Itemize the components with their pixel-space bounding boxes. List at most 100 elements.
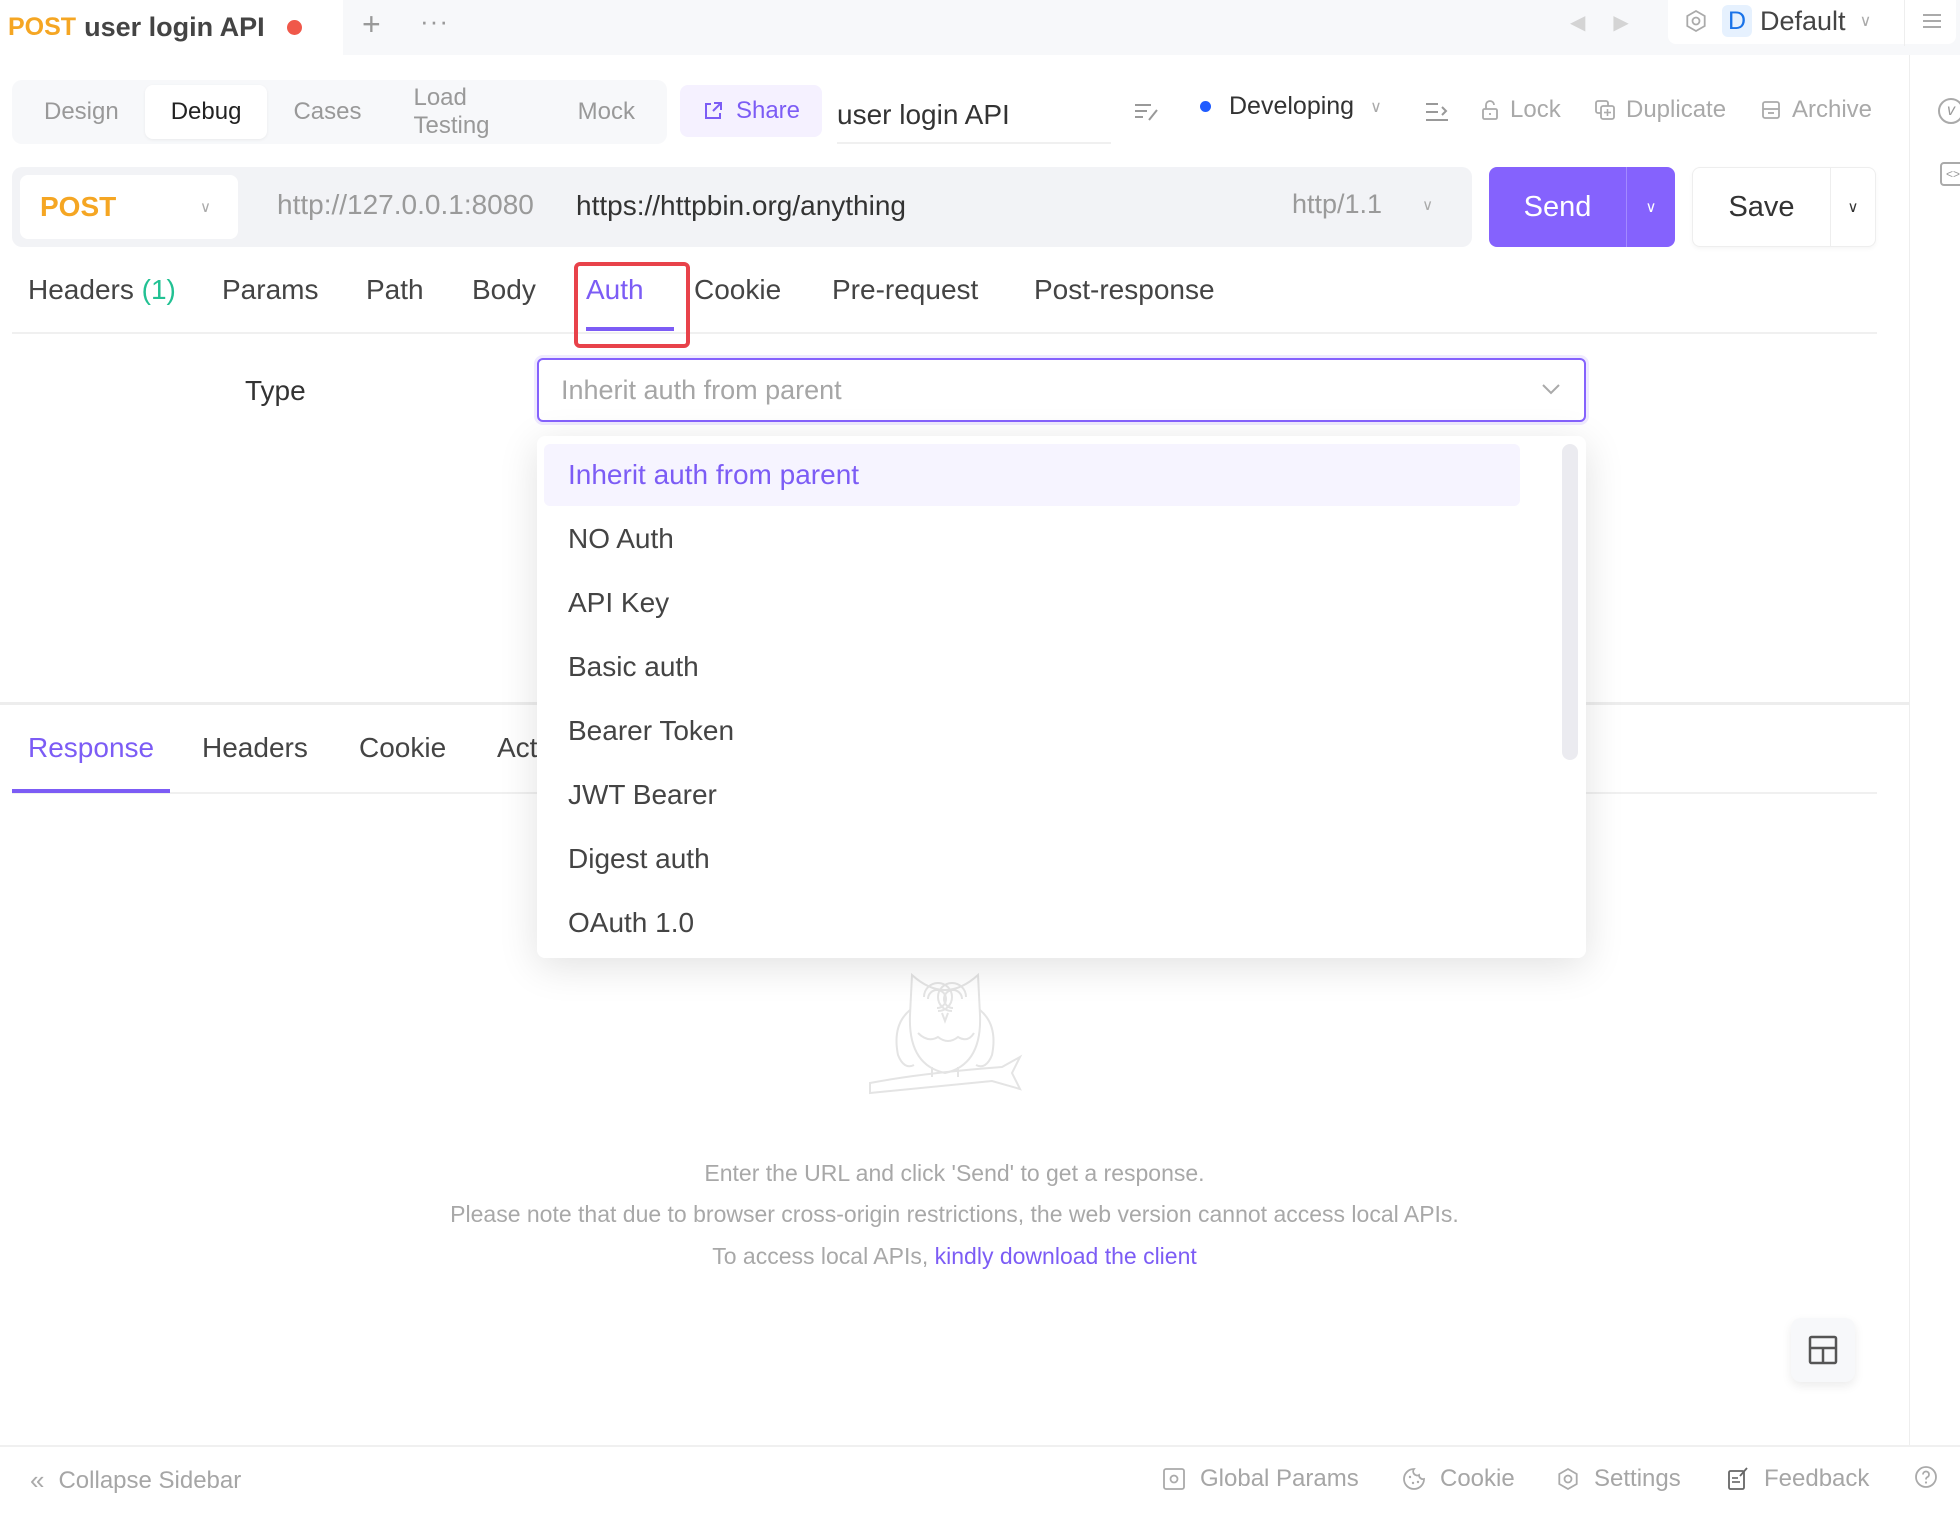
chevron-down-icon: ∨ <box>1645 199 1657 216</box>
auth-option-basic-auth[interactable]: Basic auth <box>544 636 1520 698</box>
mode-tab-debug[interactable]: Debug <box>144 85 268 139</box>
share-button[interactable]: Share <box>680 85 822 137</box>
archive-icon <box>1762 101 1780 119</box>
collapse-sidebar-label: Collapse Sidebar <box>58 1466 242 1494</box>
dropdown-scrollbar[interactable] <box>1562 444 1578 760</box>
auth-option-inherit[interactable]: Inherit auth from parent <box>544 444 1520 506</box>
download-client-link[interactable]: kindly download the client <box>935 1243 1197 1269</box>
divider <box>1904 0 1905 46</box>
global-params-icon <box>1163 1468 1185 1490</box>
auth-option-api-key[interactable]: API Key <box>544 572 1520 634</box>
layout-icon <box>1808 1335 1838 1365</box>
settings-icon <box>1558 1467 1578 1491</box>
environment-settings-icon[interactable] <box>1684 9 1708 33</box>
tab-path[interactable]: Path <box>366 274 424 306</box>
more-tabs-button[interactable]: ··· <box>420 6 449 37</box>
collapse-detail-icon[interactable] <box>1424 100 1450 124</box>
tab-navigation: ◀ ▶ <box>1570 10 1629 35</box>
environment-selector[interactable]: D Default ∨ <box>1668 0 1956 44</box>
api-name-input[interactable]: user login API <box>837 88 1111 144</box>
status-selector[interactable]: Developing ∨ <box>1200 92 1382 121</box>
mode-tab-cases[interactable]: Cases <box>267 85 387 139</box>
global-params-button[interactable]: Global Params <box>1162 1465 1359 1493</box>
tab-response-cookie[interactable]: Cookie <box>359 732 446 764</box>
top-tab-bar: POST user login API + ··· ◀ ▶ D Default … <box>0 0 1960 55</box>
tab-cookie[interactable]: Cookie <box>694 274 781 306</box>
save-button-group: Save ∨ <box>1692 167 1876 247</box>
archive-button[interactable]: Archive <box>1760 96 1872 124</box>
cookie-icon <box>1403 1468 1425 1490</box>
chevron-down-icon: ∨ <box>1847 199 1859 216</box>
cookie-label: Cookie <box>1440 1465 1515 1492</box>
duplicate-icon <box>1595 100 1615 120</box>
owl-illustration-icon <box>869 972 1023 1095</box>
share-label: Share <box>735 97 801 124</box>
auth-type-select[interactable]: Inherit auth from parent <box>537 358 1586 422</box>
tab-response[interactable]: Response <box>28 732 154 764</box>
tab-headers[interactable]: Headers (1) <box>28 274 176 306</box>
tab-method-label: POST <box>8 13 77 41</box>
lock-icon <box>1482 100 1498 120</box>
mode-tab-load-testing[interactable]: Load Testing <box>387 84 551 139</box>
version-history-icon[interactable]: v <box>1938 98 1960 124</box>
request-tabs: Headers (1) Params Path Body Auth Cookie… <box>12 262 1877 334</box>
tab-title: user login API <box>84 12 265 42</box>
nav-back-icon[interactable]: ◀ <box>1570 10 1585 35</box>
auth-option-bearer-token[interactable]: Bearer Token <box>544 700 1520 762</box>
duplicate-label: Duplicate <box>1626 96 1727 123</box>
layout-toggle-button[interactable] <box>1791 1318 1855 1382</box>
auth-option-jwt-bearer[interactable]: JWT Bearer <box>544 764 1520 826</box>
menu-icon[interactable] <box>1920 6 1944 36</box>
send-button-group: Send ∨ <box>1489 167 1675 247</box>
settings-button[interactable]: Settings <box>1556 1465 1681 1493</box>
mode-tab-design[interactable]: Design <box>18 85 145 139</box>
right-panel-divider <box>1909 55 1910 1445</box>
send-button[interactable]: Send <box>1489 167 1627 247</box>
mode-tab-mock[interactable]: Mock <box>552 85 661 139</box>
chevron-down-icon: ∨ <box>1859 13 1872 30</box>
duplicate-button[interactable]: Duplicate <box>1594 96 1726 124</box>
tab-response-actual-request[interactable]: Act <box>497 732 537 764</box>
tab-response-headers[interactable]: Headers <box>202 732 308 764</box>
status-dot <box>1200 101 1211 112</box>
feedback-button[interactable]: Feedback <box>1726 1465 1869 1493</box>
tab-auth[interactable]: Auth <box>586 274 644 306</box>
nav-forward-icon[interactable]: ▶ <box>1613 10 1628 35</box>
url-input[interactable] <box>576 181 1276 231</box>
tab-pre-request[interactable]: Pre-request <box>832 274 978 306</box>
active-tab-indicator <box>12 789 170 793</box>
environment-badge: D <box>1722 5 1752 37</box>
status-label: Developing <box>1229 92 1355 120</box>
document-tab[interactable]: POST user login API <box>0 0 343 55</box>
add-tab-button[interactable]: + <box>362 8 381 40</box>
footer-bar: « Collapse Sidebar Global Params Cookie … <box>0 1445 1960 1514</box>
tab-params[interactable]: Params <box>222 274 318 306</box>
tab-body[interactable]: Body <box>472 274 536 306</box>
collapse-sidebar-button[interactable]: « Collapse Sidebar <box>30 1465 241 1496</box>
base-url: http://127.0.0.1:8080 <box>277 189 534 220</box>
method-label: POST <box>40 191 117 222</box>
auth-option-oauth-1[interactable]: OAuth 1.0 <box>544 892 1520 954</box>
double-chevron-left-icon: « <box>30 1465 45 1495</box>
help-icon <box>1915 1466 1937 1488</box>
empty-state-line-2: Please note that due to browser cross-or… <box>450 1201 1459 1227</box>
url-bar: POST ∨ http://127.0.0.1:8080 http/1.1 ∨ <box>12 167 1472 247</box>
environment-name: Default <box>1760 5 1846 36</box>
tab-post-response[interactable]: Post-response <box>1034 274 1215 306</box>
code-snippet-icon[interactable]: <> <box>1940 162 1960 186</box>
empty-state-line-3: To access local APIs, kindly download th… <box>0 1243 1909 1270</box>
edit-description-icon[interactable] <box>1133 100 1161 124</box>
cookie-button[interactable]: Cookie <box>1402 1465 1515 1493</box>
settings-label: Settings <box>1594 1465 1681 1492</box>
lock-label: Lock <box>1510 96 1561 123</box>
auth-type-label: Type <box>245 375 306 406</box>
save-options-button[interactable]: ∨ <box>1831 168 1875 246</box>
save-button[interactable]: Save <box>1693 168 1831 246</box>
help-button[interactable] <box>1914 1465 1938 1489</box>
method-selector[interactable]: POST ∨ <box>20 175 238 239</box>
auth-option-digest-auth[interactable]: Digest auth <box>544 828 1520 890</box>
auth-option-no-auth[interactable]: NO Auth <box>544 508 1520 570</box>
lock-button[interactable]: Lock <box>1480 96 1561 124</box>
http-version-selector[interactable]: http/1.1 ∨ <box>1292 189 1433 220</box>
send-options-button[interactable]: ∨ <box>1627 167 1675 247</box>
